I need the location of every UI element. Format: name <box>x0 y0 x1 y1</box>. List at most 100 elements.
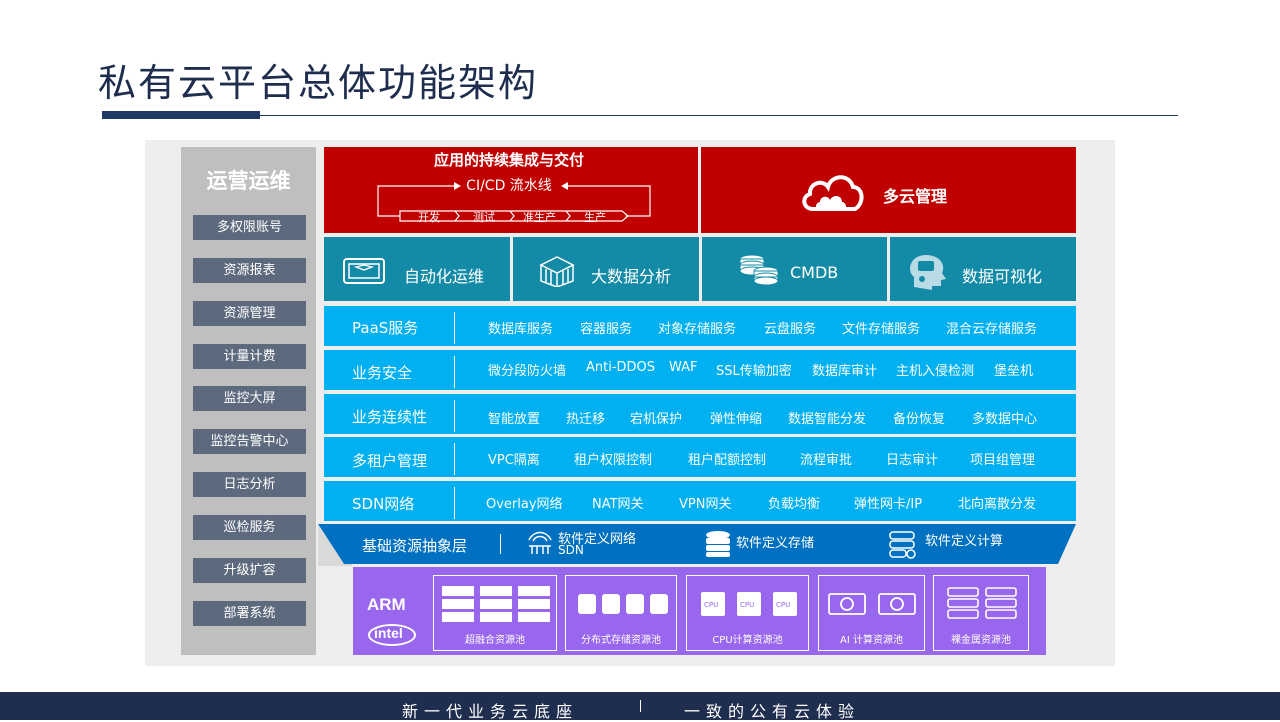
row-item[interactable]: SSL传输加密 <box>716 360 792 379</box>
row-item[interactable]: 弹性网卡/IP <box>854 493 922 512</box>
row-divider <box>454 312 455 344</box>
row-item[interactable]: 租户权限控制 <box>574 449 652 468</box>
server-box-icon <box>343 258 385 284</box>
ops-item-4[interactable]: 监控大屏 <box>193 386 306 411</box>
cpu-chip-icon: CPU CPU CPU <box>701 592 797 616</box>
row-item[interactable]: 数据库服务 <box>488 318 553 337</box>
abstraction-item-compute: 软件定义计算 <box>925 534 1004 549</box>
row-item[interactable]: 宕机保护 <box>630 408 682 427</box>
pool-distributed-storage[interactable]: 分布式存储资源池 <box>565 575 677 651</box>
row-item[interactable]: 项目组管理 <box>970 449 1035 468</box>
row-continuity[interactable]: 业务连续性 智能放置 热迁移 宕机保护 弹性伸缩 数据智能分发 备份恢复 多数据… <box>324 394 1076 434</box>
ops-item-6[interactable]: 日志分析 <box>193 472 306 497</box>
pool-label: 裸金属资源池 <box>951 635 1011 646</box>
footer-right-text: 一致的公有云体验 <box>684 702 861 721</box>
row-item[interactable]: VPC隔离 <box>488 449 540 468</box>
gpu-card-icon <box>828 593 916 615</box>
abstraction-band[interactable]: 基础资源抽象层 软件定义网络 SDN 软件定义存储 软件定义计算 <box>324 524 1076 562</box>
ops-item-0[interactable]: 多权限账号 <box>193 215 306 240</box>
pool-label: AI 计算资源池 <box>840 635 903 646</box>
title-underline <box>260 115 1178 116</box>
teal-label: 数据可视化 <box>962 267 1043 286</box>
bare-metal-server-icon <box>947 587 1017 619</box>
row-item[interactable]: 数据智能分发 <box>788 408 866 427</box>
row-divider <box>454 356 455 388</box>
database-icon <box>739 254 779 286</box>
pool-cpu[interactable]: CPU CPU CPU CPU计算资源池 <box>686 575 809 651</box>
storage-icon <box>706 531 730 557</box>
stage-test: 测试 <box>473 211 495 224</box>
row-item[interactable]: 北向离散分发 <box>958 493 1036 512</box>
row-divider <box>454 443 455 475</box>
row-sdn[interactable]: SDN网络 Overlay网络 NAT网关 VPN网关 负载均衡 弹性网卡/IP… <box>324 481 1076 521</box>
row-item[interactable]: 云盘服务 <box>764 318 816 337</box>
ops-item-7[interactable]: 巡检服务 <box>193 515 306 540</box>
ops-item-9[interactable]: 部署系统 <box>193 601 306 626</box>
row-item[interactable]: 流程审批 <box>800 449 852 468</box>
teal-label: 自动化运维 <box>404 267 485 286</box>
abstraction-item-network-sub: SDN <box>558 543 584 557</box>
row-item[interactable]: 日志审计 <box>886 449 938 468</box>
intel-logo: intel <box>374 625 403 641</box>
abstraction-label: 基础资源抽象层 <box>362 537 468 555</box>
arm-logo: ARM <box>367 595 406 614</box>
compute-icon <box>889 531 916 559</box>
pipeline-arrow-icon <box>377 182 651 222</box>
ops-item-3[interactable]: 计量计费 <box>193 344 306 369</box>
row-item[interactable]: Overlay网络 <box>486 493 563 512</box>
row-paas[interactable]: PaaS服务 数据库服务 容器服务 对象存储服务 云盘服务 文件存储服务 混合云… <box>324 306 1076 346</box>
server-rack-icon <box>442 586 550 622</box>
ops-title: 运营运维 <box>206 169 291 193</box>
row-item[interactable]: 堡垒机 <box>994 360 1033 379</box>
row-item[interactable]: 主机入侵检测 <box>896 360 974 379</box>
row-item[interactable]: NAT网关 <box>592 493 644 512</box>
teal-item-automation[interactable]: 自动化运维 <box>324 237 510 301</box>
row-item[interactable]: 备份恢复 <box>893 408 945 427</box>
multicloud-label: 多云管理 <box>883 187 948 206</box>
svg-text:CPU: CPU <box>740 601 754 609</box>
teal-item-cmdb[interactable]: CMDB <box>702 237 887 301</box>
storage-array-icon <box>578 594 668 614</box>
row-item[interactable]: Anti-DDOS <box>586 360 655 375</box>
pool-ai[interactable]: AI 计算资源池 <box>818 575 925 651</box>
teal-item-bigdata[interactable]: 大数据分析 <box>513 237 699 301</box>
row-item[interactable]: 容器服务 <box>580 318 632 337</box>
row-item[interactable]: 文件存储服务 <box>842 318 920 337</box>
pool-label: CPU计算资源池 <box>712 635 783 646</box>
svg-text:CPU: CPU <box>704 601 718 609</box>
footer-divider <box>640 700 641 712</box>
ops-item-2[interactable]: 资源管理 <box>193 301 306 326</box>
teal-item-visualization[interactable]: 数据可视化 <box>890 237 1076 301</box>
row-item[interactable]: 数据库审计 <box>812 360 877 379</box>
row-tenant[interactable]: 多租户管理 VPC隔离 租户权限控制 租户配额控制 流程审批 日志审计 项目组管… <box>324 437 1076 477</box>
footer-left-text: 新一代业务云底座 <box>402 702 579 721</box>
page-title: 私有云平台总体功能架构 <box>98 61 539 105</box>
row-item[interactable]: 多数据中心 <box>972 408 1037 427</box>
ops-item-5[interactable]: 监控告警中心 <box>193 429 306 454</box>
row-divider <box>454 487 455 519</box>
row-item[interactable]: 热迁移 <box>566 408 605 427</box>
row-item[interactable]: 弹性伸缩 <box>710 408 762 427</box>
row-divider <box>454 400 455 432</box>
multicloud-block[interactable]: 多云管理 <box>701 147 1076 233</box>
row-item[interactable]: 混合云存储服务 <box>946 318 1037 337</box>
row-item[interactable]: 租户配额控制 <box>688 449 766 468</box>
cicd-block[interactable]: 应用的持续集成与交付 CI/CD 流水线 开发 测试 准生产 生产 <box>324 147 698 233</box>
row-label: 多租户管理 <box>352 452 428 470</box>
row-security[interactable]: 业务安全 微分段防火墙 Anti-DDOS WAF SSL传输加密 数据库审计 … <box>324 350 1076 390</box>
row-item[interactable]: 智能放置 <box>488 408 540 427</box>
ops-item-8[interactable]: 升级扩容 <box>193 558 306 583</box>
row-label: 业务安全 <box>352 364 413 382</box>
footer-bar: 新一代业务云底座 一致的公有云体验 <box>0 692 1280 721</box>
row-item[interactable]: 对象存储服务 <box>658 318 736 337</box>
row-item[interactable]: VPN网关 <box>679 493 731 512</box>
row-item[interactable]: 负载均衡 <box>768 493 820 512</box>
head-icon <box>910 255 946 290</box>
row-item[interactable]: 微分段防火墙 <box>488 360 566 379</box>
pool-hyperconverged[interactable]: 超融合资源池 <box>433 575 557 651</box>
pool-baremetal[interactable]: 裸金属资源池 <box>933 575 1029 651</box>
ops-column: 运营运维 多权限账号 资源报表 资源管理 计量计费 监控大屏 监控告警中心 日志… <box>181 147 316 655</box>
ops-item-1[interactable]: 资源报表 <box>193 258 306 283</box>
row-label: SDN网络 <box>352 495 415 513</box>
row-item[interactable]: WAF <box>669 360 698 375</box>
